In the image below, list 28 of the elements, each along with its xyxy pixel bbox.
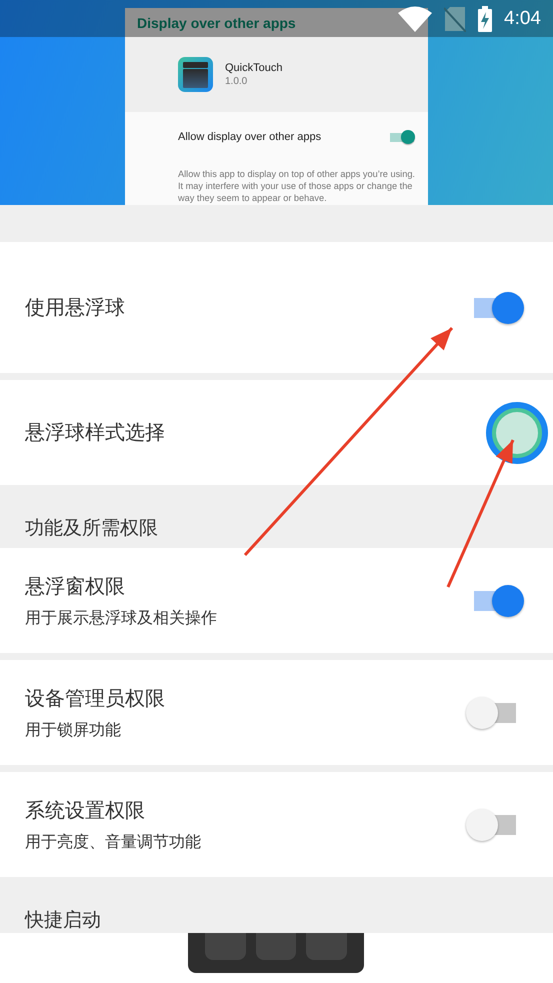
setting-description: 用于锁屏功能	[25, 720, 122, 740]
setting-title: 使用悬浮球	[25, 294, 125, 321]
wifi-icon	[398, 6, 432, 32]
no-sim-icon	[444, 6, 466, 32]
app-version: 1.0.0	[225, 76, 248, 87]
toggle-label: Allow display over other apps	[178, 131, 322, 143]
setting-title: 悬浮窗权限	[25, 572, 126, 600]
setting-description: 用于亮度、音量调节功能	[25, 832, 201, 852]
battery-charging-icon	[478, 6, 492, 32]
app-name: QuickTouch	[225, 62, 282, 74]
setting-title: 设备管理员权限	[25, 684, 165, 712]
setting-title: 悬浮球样式选择	[25, 419, 165, 446]
setting-title: 系统设置权限	[25, 796, 146, 824]
settings-row[interactable]: 悬浮窗权限 用于展示悬浮球及相关操作	[0, 548, 553, 653]
screen-title: Display over other apps	[125, 8, 428, 37]
dock-key[interactable]	[205, 933, 246, 960]
dock-key[interactable]	[306, 933, 348, 960]
section-header: 快捷启动	[25, 908, 101, 933]
dock-key[interactable]	[256, 933, 296, 960]
settings-row[interactable]: 使用悬浮球	[0, 242, 553, 373]
settings-row[interactable]: 悬浮球样式选择	[0, 380, 553, 485]
settings-row[interactable]: 设备管理员权限 用于锁屏功能	[0, 660, 553, 765]
section-header: 功能及所需权限	[25, 516, 158, 541]
description: Allow this app to display on top of other apps you’re using. It may interfere with your use of those apps or change the way they seem to appear or behave.	[178, 168, 416, 204]
app-icon	[178, 57, 213, 92]
setting-description: 用于展示悬浮球及相关操作	[25, 608, 217, 628]
clock: 4:04	[504, 8, 541, 30]
settings-row[interactable]: 系统设置权限 用于亮度、音量调节功能	[0, 772, 553, 877]
